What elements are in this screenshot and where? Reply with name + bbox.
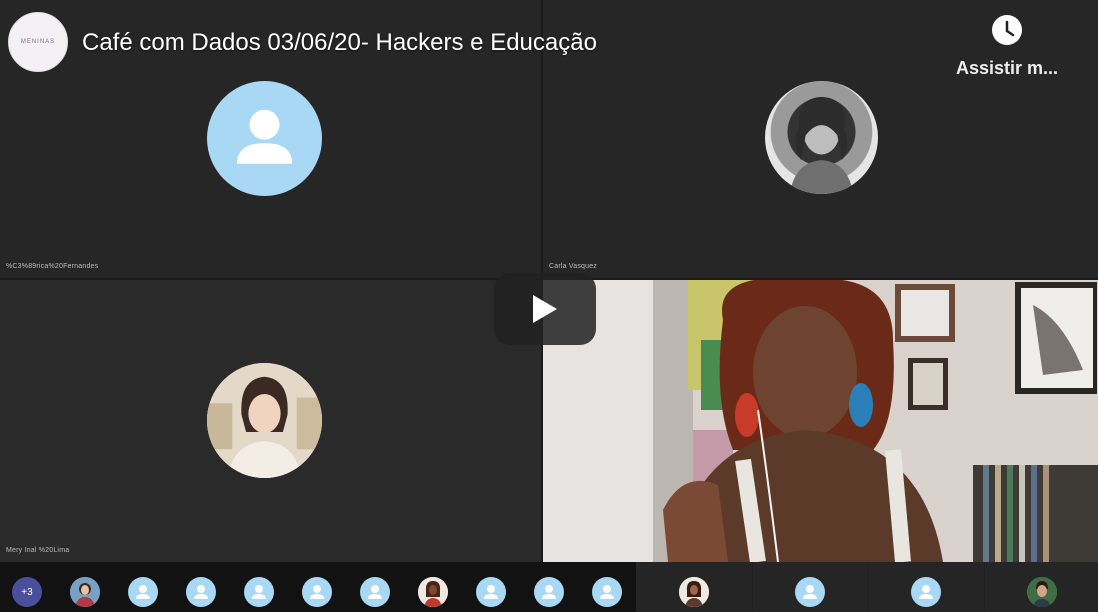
participant-slot[interactable] [753,562,868,612]
participant-slot[interactable] [869,562,984,612]
participant-thumb[interactable] [360,577,390,607]
participant-photo [207,363,322,478]
participant-tile-3[interactable]: Mery Inal %20Lima [0,280,541,562]
participant-thumb[interactable] [128,577,158,607]
speaker-video-frame [543,280,1098,562]
more-participants-badge[interactable]: +3 [12,577,42,607]
play-icon [533,295,557,323]
participant-thumb [795,577,825,607]
participant-slot[interactable] [985,562,1098,612]
channel-logo[interactable]: MENINAS [8,12,68,72]
participant-strip-right [636,562,1098,612]
participant-thumb[interactable] [592,577,622,607]
participant-thumb-photo [679,577,709,607]
participant-photo [765,81,878,194]
watch-later-label: Assistir m... [955,58,1059,78]
participant-thumb[interactable] [534,577,564,607]
watch-later-button[interactable]: Assistir m... [942,14,1072,79]
participant-name: Mery Inal %20Lima [6,547,70,554]
participant-thumb-photo[interactable] [70,577,100,607]
speaker-video-tile[interactable] [543,280,1098,562]
clock-icon [992,15,1022,45]
participant-thumb [911,577,941,607]
participant-thumb-photo [1027,577,1057,607]
participant-thumb[interactable] [244,577,274,607]
participant-thumb[interactable] [476,577,506,607]
video-title[interactable]: Café com Dados 03/06/20- Hackers e Educa… [82,29,597,57]
play-button[interactable] [494,273,596,345]
participant-slot[interactable] [636,562,752,612]
participant-thumb[interactable] [186,577,216,607]
participant-thumb-photo[interactable] [418,577,448,607]
participant-thumb[interactable] [302,577,332,607]
default-avatar-icon [207,81,322,196]
participant-name: Carla Vasquez [549,263,597,270]
participant-name: %C3%89rica%20Fernandes [6,263,99,270]
channel-logo-text: MENINAS [20,39,56,45]
participant-strip: +3 [0,562,1098,612]
